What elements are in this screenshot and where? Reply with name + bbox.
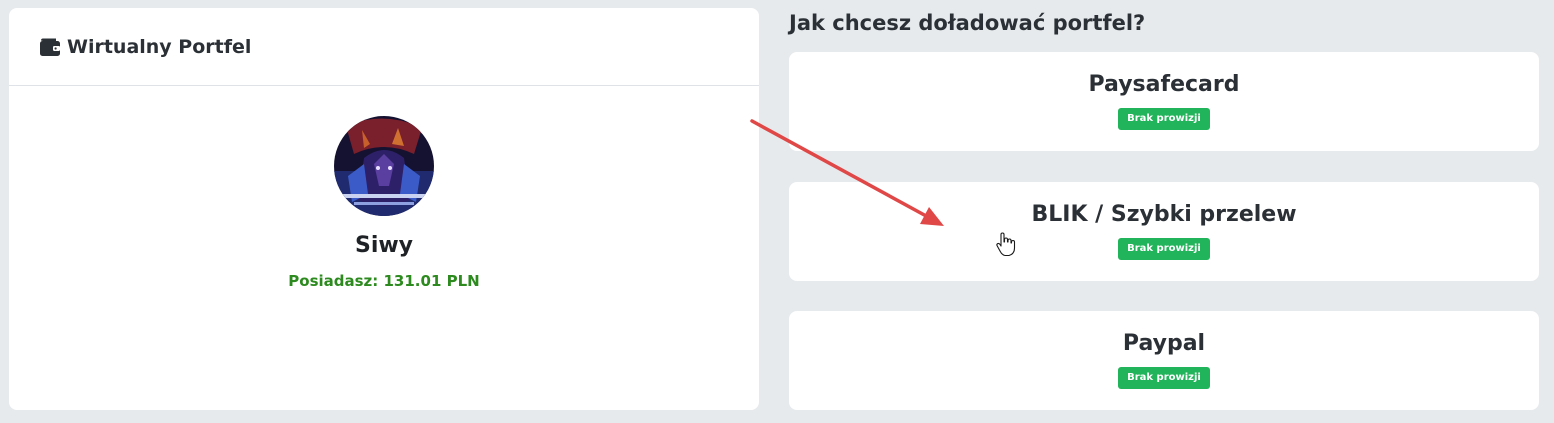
balance-text: Posiadasz: 131.01 PLN bbox=[288, 272, 480, 290]
fee-badge: Brak prowizji bbox=[1118, 367, 1210, 389]
payment-method-name: Paysafecard bbox=[1088, 72, 1240, 97]
topup-heading: Jak chcesz doładować portfel? bbox=[789, 11, 1146, 35]
payment-method-blik[interactable]: BLIK / Szybki przelew Brak prowizji bbox=[789, 182, 1539, 281]
payment-method-name: Paypal bbox=[1122, 331, 1206, 356]
wallet-header: Wirtualny Portfel bbox=[9, 8, 759, 86]
payment-method-paysafecard[interactable]: Paysafecard Brak prowizji bbox=[789, 52, 1539, 151]
payment-method-paypal[interactable]: Paypal Brak prowizji bbox=[789, 311, 1539, 410]
wallet-icon bbox=[38, 35, 62, 59]
username: Siwy bbox=[354, 233, 414, 258]
wallet-card: Wirtualny Portfel Siwy Posiadasz: 131.01… bbox=[9, 8, 759, 410]
wallet-title: Wirtualny Portfel bbox=[67, 35, 252, 58]
payment-method-name: BLIK / Szybki przelew bbox=[1031, 202, 1297, 227]
avatar bbox=[334, 116, 434, 216]
profile: Siwy Posiadasz: 131.01 PLN bbox=[9, 116, 759, 290]
fee-badge: Brak prowizji bbox=[1118, 108, 1210, 130]
fee-badge: Brak prowizji bbox=[1118, 238, 1210, 260]
